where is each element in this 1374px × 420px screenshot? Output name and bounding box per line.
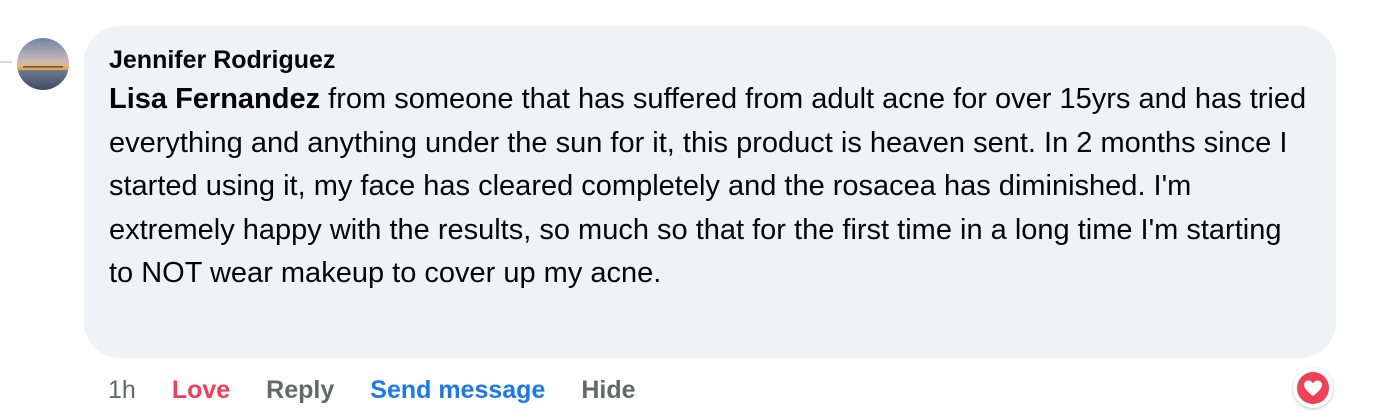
love-heart-icon <box>1297 372 1329 404</box>
avatar-sunset-image <box>17 38 69 90</box>
comment-author[interactable]: Jennifer Rodriguez <box>109 44 1306 76</box>
comment-bubble: Jennifer Rodriguez Lisa Fernandez from s… <box>84 26 1336 358</box>
mention-link[interactable]: Lisa Fernandez <box>109 83 320 115</box>
comment: Jennifer Rodriguez Lisa Fernandez from s… <box>0 0 1374 420</box>
avatar[interactable] <box>17 38 69 90</box>
timestamp[interactable]: 1h <box>108 376 136 405</box>
reply-button[interactable]: Reply <box>266 376 334 405</box>
reaction-badge[interactable] <box>1293 368 1333 408</box>
comment-text: Lisa Fernandez from someone that has suf… <box>109 78 1309 296</box>
comment-actions: 1h Love Reply Send message Hide <box>108 372 672 408</box>
send-message-button[interactable]: Send message <box>370 376 545 405</box>
thread-connector-line <box>0 61 12 63</box>
love-button[interactable]: Love <box>172 376 230 405</box>
hide-button[interactable]: Hide <box>581 376 635 405</box>
